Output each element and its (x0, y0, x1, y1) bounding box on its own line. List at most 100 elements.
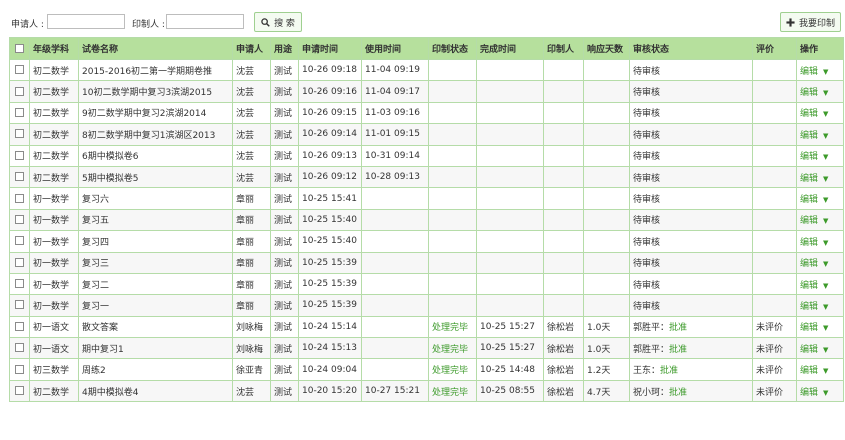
paper-name-cell: 复习二 (78, 272, 233, 296)
chevron-down-icon[interactable]: ▼ (823, 175, 828, 183)
printer-cell: 徐松岩 (543, 315, 584, 339)
usage-cell: 测试 (270, 101, 299, 125)
chevron-down-icon[interactable]: ▼ (823, 324, 828, 332)
printer-label: 印制人 : (132, 20, 165, 30)
printer-cell (543, 272, 584, 296)
row-checkbox[interactable] (15, 343, 24, 353)
usage-cell: 测试 (270, 208, 299, 232)
usage-cell: 测试 (270, 144, 299, 167)
row-checkbox[interactable] (15, 214, 24, 224)
chevron-down-icon[interactable]: ▼ (823, 367, 828, 375)
audit-status-cell: 待审核 (629, 80, 753, 103)
chevron-down-icon[interactable]: ▼ (823, 346, 828, 354)
rating-cell (752, 272, 797, 296)
operation-cell: 编辑 ▼ (796, 379, 844, 403)
edit-link[interactable]: 编辑 (800, 388, 818, 398)
edit-link[interactable]: 编辑 (800, 174, 818, 184)
chevron-down-icon[interactable]: ▼ (823, 239, 828, 247)
apply-time-cell: 10-24 15:13 (298, 337, 362, 360)
edit-link[interactable]: 编辑 (800, 216, 818, 226)
use-time-cell: 10-31 09:14 (361, 144, 429, 167)
printer-cell (543, 251, 584, 274)
row-checkbox[interactable] (15, 257, 24, 267)
edit-link[interactable]: 编辑 (800, 131, 818, 141)
row-checkbox[interactable] (15, 386, 24, 396)
printer-input[interactable] (166, 14, 244, 29)
chevron-down-icon[interactable]: ▼ (823, 196, 828, 204)
applicant-cell: 沈芸 (232, 165, 271, 189)
edit-link[interactable]: 编辑 (800, 67, 818, 77)
edit-link[interactable]: 编辑 (800, 323, 818, 333)
printer-cell: 徐松岩 (543, 337, 584, 360)
usage-cell: 测试 (270, 251, 299, 274)
table-row: 初一语文 散文答案 刘咏梅 测试 10-24 15:14 处理完毕 10-25 15:27 徐… (9, 315, 844, 339)
row-select-cell (9, 101, 30, 125)
paper-name-cell: 6期中模拟卷6 (78, 144, 233, 167)
edit-link[interactable]: 编辑 (800, 195, 818, 205)
edit-link[interactable]: 编辑 (800, 281, 818, 291)
edit-link[interactable]: 编辑 (800, 152, 818, 162)
grade-cell: 初一数学 (29, 251, 79, 274)
applicant-input[interactable] (47, 14, 125, 29)
edit-link[interactable]: 编辑 (800, 302, 818, 312)
chevron-down-icon[interactable]: ▼ (823, 132, 828, 140)
finish-time-cell (476, 80, 544, 103)
row-checkbox[interactable] (15, 193, 24, 203)
chevron-down-icon[interactable]: ▼ (823, 153, 828, 161)
edit-link[interactable]: 编辑 (800, 109, 818, 119)
audit-status-cell: 郭胜平：批准 (629, 315, 753, 339)
apply-time-cell: 10-26 09:12 (298, 165, 362, 189)
row-select-cell (9, 251, 30, 274)
applicant-cell: 刘咏梅 (232, 337, 271, 360)
edit-link[interactable]: 编辑 (800, 88, 818, 98)
row-checkbox[interactable] (15, 321, 24, 331)
grade-cell: 初二数学 (29, 144, 79, 167)
edit-link[interactable]: 编辑 (800, 345, 818, 355)
table-header-row: 年级学科 试卷名称 申请人 用途 申请时间 使用时间 印制状态 完成时间 印制人… (9, 37, 844, 60)
auditor-name: 待审核 (633, 216, 661, 227)
row-checkbox[interactable] (15, 279, 24, 289)
row-checkbox[interactable] (15, 150, 24, 160)
table-row: 初二数学 8初二数学期中复习1滨湖区2013 沈芸 测试 10-26 09:14 11-0… (9, 123, 844, 146)
row-checkbox[interactable] (15, 172, 24, 182)
row-checkbox[interactable] (15, 107, 24, 117)
row-checkbox[interactable] (15, 129, 24, 139)
response-days-cell (583, 101, 630, 125)
audit-status-cell: 待审核 (629, 272, 753, 296)
grade-cell: 初一数学 (29, 187, 79, 210)
row-checkbox[interactable] (15, 364, 24, 374)
edit-link[interactable]: 编辑 (800, 238, 818, 248)
row-checkbox[interactable] (15, 300, 24, 310)
response-days-cell (583, 144, 630, 167)
audit-result: 批准 (669, 387, 688, 398)
chevron-down-icon[interactable]: ▼ (823, 389, 828, 397)
column-header: 印制状态 (428, 37, 477, 60)
select-all-checkbox[interactable] (15, 43, 24, 53)
row-checkbox[interactable] (15, 86, 24, 96)
paper-name-cell: 2015-2016初二第一学期期卷推 (78, 58, 233, 82)
auditor-name: 待审核 (633, 66, 661, 77)
search-button[interactable]: 搜 索 (254, 12, 302, 32)
auditor-name: 待审核 (633, 259, 661, 270)
row-checkbox[interactable] (15, 236, 24, 246)
chevron-down-icon[interactable]: ▼ (823, 282, 828, 290)
request-print-button[interactable]: 我要印制 (780, 12, 841, 32)
grade-cell: 初一数学 (29, 272, 79, 296)
paper-name-cell: 复习三 (78, 251, 233, 274)
edit-link[interactable]: 编辑 (800, 259, 818, 269)
apply-time-cell: 10-25 15:39 (298, 294, 362, 317)
applicant-cell: 刘咏梅 (232, 315, 271, 339)
chevron-down-icon[interactable]: ▼ (823, 217, 828, 225)
chevron-down-icon[interactable]: ▼ (823, 110, 828, 118)
row-checkbox[interactable] (15, 65, 24, 75)
chevron-down-icon[interactable]: ▼ (823, 260, 828, 268)
edit-link[interactable]: 编辑 (800, 366, 818, 376)
table-row: 初一语文 期中复习1 刘咏梅 测试 10-24 15:13 处理完毕 10-25 15:27… (9, 337, 844, 360)
operation-cell: 编辑 ▼ (796, 294, 844, 317)
chevron-down-icon[interactable]: ▼ (823, 303, 828, 311)
operation-cell: 编辑 ▼ (796, 123, 844, 146)
print-request-table: 年级学科 试卷名称 申请人 用途 申请时间 使用时间 印制状态 完成时间 印制人… (9, 37, 844, 403)
chevron-down-icon[interactable]: ▼ (823, 68, 828, 76)
table-body: 初二数学 2015-2016初二第一学期期卷推 沈芸 测试 10-26 09:18 11-… (9, 58, 844, 403)
chevron-down-icon[interactable]: ▼ (823, 89, 828, 97)
